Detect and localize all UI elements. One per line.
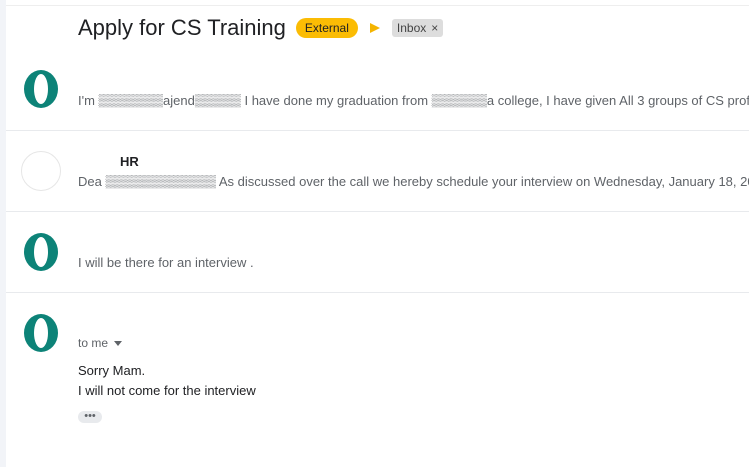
important-marker-icon[interactable] (369, 23, 380, 33)
message-collapsed-3[interactable] (6, 212, 749, 292)
avatar-o-icon (24, 314, 58, 352)
message-snippet: I will be there for an interview . (78, 255, 254, 270)
sender-avatar (21, 69, 61, 109)
inbox-label-text: Inbox (396, 21, 427, 35)
sender-avatar (21, 232, 61, 272)
remove-label-icon[interactable]: × (431, 20, 438, 36)
message-snippet: I'm ▒▒▒▒▒▒▒ajend▒▒▒▒▒ I have done my gra… (78, 93, 749, 108)
avatar-o-icon (24, 70, 58, 108)
message-divider (6, 292, 749, 293)
recipient-text: to me (78, 336, 109, 350)
sender-name: HR (120, 154, 139, 169)
message-collapsed-2[interactable] (6, 131, 749, 211)
chevron-down-icon (114, 340, 123, 346)
inbox-label-chip[interactable]: Inbox × (391, 19, 444, 37)
avatar-o-icon (24, 233, 58, 271)
thread-header: Apply for CS Training External Inbox × (78, 13, 444, 43)
show-trimmed-content-button[interactable]: ••• (78, 411, 102, 423)
external-badge: External (295, 18, 358, 38)
sender-avatar (21, 151, 61, 191)
top-divider (6, 5, 749, 6)
message-body-line: Sorry Mam. (78, 363, 146, 378)
message-body-line: I will not come for the interview (78, 383, 256, 398)
message-collapsed-1[interactable] (6, 48, 749, 130)
thread-subject: Apply for CS Training (78, 15, 286, 40)
sender-avatar (21, 313, 61, 353)
message-snippet: Dea ▒▒▒▒▒▒▒▒▒▒▒▒ As discussed over the c… (78, 174, 749, 189)
recipient-details-toggle[interactable]: to me (78, 336, 123, 350)
